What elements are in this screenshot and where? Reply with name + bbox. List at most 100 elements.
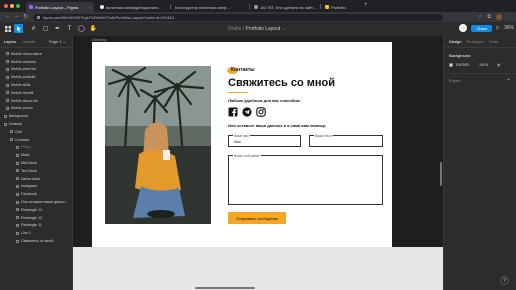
browser-tab-4[interactable]: 182 ФЗ. Что сделать на сайт... <box>251 2 319 12</box>
browser-tab-figma[interactable]: Portfolio Layout – Figma × <box>26 2 94 12</box>
user-avatar[interactable] <box>459 24 468 32</box>
new-tab-icon[interactable]: + <box>364 2 368 8</box>
message-field[interactable]: Ваше сообщение <box>228 154 383 205</box>
facebook-icon[interactable] <box>228 107 238 117</box>
move-tool-icon[interactable] <box>14 24 23 33</box>
layer-row[interactable]: Policy <box>0 144 73 152</box>
hand-tool-icon[interactable]: ✋ <box>89 24 98 33</box>
background-opacity[interactable]: 100% <box>479 63 488 67</box>
vertical-scrollbar[interactable] <box>440 162 442 186</box>
layer-row[interactable]: Mobile portfolio <box>0 73 73 81</box>
background-color-swatch[interactable] <box>449 63 453 67</box>
name-field[interactable]: Ваше имя Имя <box>228 134 301 147</box>
layer-row[interactable]: Line 2 <box>0 229 73 237</box>
contact-subline[interactable]: Любым удобным для вас способом: <box>228 98 301 103</box>
properties-panel: Design Prototype Code Background E5E5E5 … <box>443 36 516 290</box>
layer-row[interactable]: Или оставьте ваши данны... <box>0 198 73 206</box>
reload-icon[interactable]: ↻ <box>23 13 28 20</box>
comment-tool-icon[interactable]: ◯ <box>77 24 86 33</box>
forward-icon[interactable]: → <box>14 13 20 19</box>
layer-row[interactable]: Mail block <box>0 159 73 167</box>
form-prompt[interactable]: Или оставьте ваши данные и я сама вам на… <box>228 123 326 128</box>
layer-row[interactable]: Facebook <box>0 190 73 198</box>
layer-row[interactable]: Background <box>0 112 73 120</box>
layer-row[interactable]: Text block <box>0 167 73 175</box>
pages-dropdown[interactable]: Page 1 ⌄ <box>49 39 66 44</box>
frame-tool-icon[interactable]: # <box>29 24 38 33</box>
layer-row[interactable]: Mobile benefit <box>0 89 73 97</box>
file-breadcrumb[interactable]: Drafts / Portfolio Layout ⌄ <box>228 26 286 32</box>
layer-name: Rectangle 12 <box>21 207 43 212</box>
layer-name: Mobile benefit <box>11 90 34 95</box>
tab-assets[interactable]: Assets <box>23 39 35 44</box>
section-tag[interactable]: Контакты <box>231 67 255 73</box>
layer-type-icon <box>16 200 19 204</box>
layer-row[interactable]: Свяжитесь со мной <box>0 237 73 245</box>
contact-photo[interactable] <box>105 66 211 224</box>
send-message-button[interactable]: Отправить сообщение <box>228 212 286 224</box>
eye-icon[interactable]: ◉ <box>497 62 501 67</box>
layer-row[interactable]: Name block <box>0 175 73 183</box>
layer-name: Line 2 <box>21 231 31 236</box>
contact-headline[interactable]: Свяжитесь со мной <box>228 77 335 89</box>
telegram-icon[interactable] <box>242 107 252 117</box>
browser-tab-2[interactable]: политика конфиденциально... <box>97 2 169 12</box>
instagram-icon[interactable] <box>256 107 266 117</box>
project-name[interactable]: Drafts <box>228 26 241 32</box>
email-field-label: Ваша почта <box>314 134 334 138</box>
message-field-label: Ваше сообщение <box>233 154 261 158</box>
layer-row[interactable]: Desktop <box>0 120 73 128</box>
layer-row[interactable]: Mask <box>0 151 73 159</box>
browser-tab-5[interactable]: Portfolio <box>322 2 362 12</box>
background-heading: Background <box>449 53 471 58</box>
tab-code[interactable]: Code <box>489 39 499 44</box>
close-window-icon[interactable] <box>4 4 8 8</box>
shape-tool-icon[interactable]: ▢ <box>41 24 50 33</box>
browser-menu-icon[interactable]: ⋮ <box>507 14 512 20</box>
url-field[interactable]: figma.com/file/3G96F3rgLPkDhhht0TxdbPort… <box>33 13 443 21</box>
email-field[interactable]: Ваша почта <box>309 134 383 147</box>
layer-type-icon <box>4 114 7 118</box>
layer-row[interactable]: Mobile about me <box>0 97 73 105</box>
layer-row[interactable]: Mobile price list <box>0 66 73 74</box>
headline-underline <box>228 92 248 93</box>
chevron-down-icon[interactable]: ⌄ <box>282 26 286 32</box>
maximize-window-icon[interactable] <box>16 4 20 8</box>
layer-row[interactable]: Mobile contacts <box>0 58 73 66</box>
layer-row[interactable]: Mobile menu active <box>0 50 73 58</box>
star-icon[interactable]: ☆ <box>478 14 482 20</box>
pen-tool-icon[interactable]: ✒ <box>53 24 62 33</box>
background-hex[interactable]: E5E5E5 <box>456 63 469 67</box>
tab-title: Portfolio <box>331 4 346 10</box>
layer-row[interactable]: Rectangle 13 <box>0 214 73 222</box>
layer-row[interactable]: Rectangle 12 <box>0 206 73 214</box>
tab-prototype[interactable]: Prototype <box>466 39 483 44</box>
layer-name: Desktop <box>9 122 23 127</box>
text-tool-icon[interactable]: T <box>65 24 74 33</box>
add-export-icon[interactable]: + <box>507 77 510 83</box>
minimize-window-icon[interactable] <box>10 4 14 8</box>
file-name[interactable]: Portfolio Layout <box>246 26 281 32</box>
main-menu-icon[interactable] <box>3 24 12 33</box>
help-icon[interactable]: ? <box>500 276 509 285</box>
present-icon[interactable]: ▷ <box>496 25 500 31</box>
layer-row[interactable]: Grid <box>0 128 73 136</box>
close-tab-icon[interactable]: × <box>89 5 91 10</box>
back-icon[interactable]: ← <box>5 13 11 19</box>
profile-avatar[interactable] <box>496 14 502 20</box>
zoom-level[interactable]: 36% <box>504 25 514 31</box>
layer-row[interactable]: Mobile skills <box>0 81 73 89</box>
layer-row[interactable]: Mobile promo <box>0 105 73 113</box>
layer-row[interactable]: Rectangle 11 <box>0 222 73 230</box>
tab-layers[interactable]: Layers <box>4 39 16 44</box>
share-button[interactable]: Share <box>471 24 493 32</box>
layer-type-icon <box>6 83 9 87</box>
horizontal-scrollbar[interactable] <box>195 287 255 289</box>
tab-design[interactable]: Design <box>449 39 461 44</box>
extensions-icon[interactable]: ⧉ <box>487 14 491 20</box>
browser-tab-3[interactable]: Конструктор политики конф... <box>172 2 248 12</box>
layer-row[interactable]: Instagram <box>0 183 73 191</box>
layer-row[interactable]: Contacts <box>0 136 73 144</box>
layer-type-icon <box>16 184 19 188</box>
browser-address-bar: ← → ↻ figma.com/file/3G96F3rgLPkDhhht0Tx… <box>0 12 516 22</box>
